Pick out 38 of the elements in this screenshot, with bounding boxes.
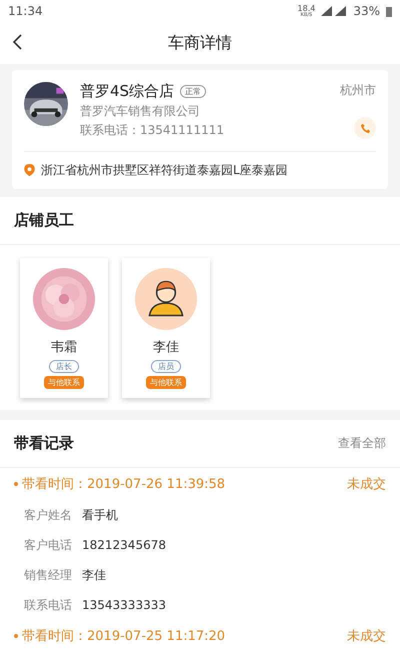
staff-name: 李佳 [153, 339, 179, 356]
field-label: 客户电话 [24, 536, 72, 554]
location-pin-icon [24, 164, 35, 178]
status-badge: 正常 [180, 85, 206, 98]
dealer-phone: 联系电话：13541111111 [80, 122, 225, 139]
field-label: 销售经理 [24, 566, 72, 584]
bullet-icon [14, 634, 18, 638]
bullet-icon [14, 482, 18, 486]
company-name: 普罗汽车销售有限公司 [80, 103, 201, 120]
field-value: 李佳 [82, 566, 106, 584]
field-value: 18212345678 [82, 538, 166, 552]
contact-button[interactable]: 与他联系 [44, 376, 84, 389]
staff-name: 韦霜 [51, 339, 77, 356]
battery-icon [386, 6, 392, 16]
field-label: 客户姓名 [24, 506, 72, 524]
dealer-address: 浙江省杭州市拱墅区祥符街道泰嘉园L座泰嘉园 [41, 162, 288, 179]
visit-time: 带看时间：2019-07-26 11:39:58 [22, 476, 226, 493]
deal-status: 未成交 [347, 476, 386, 493]
role-badge: 店员 [151, 360, 181, 373]
field-value: 13543333333 [82, 598, 166, 612]
deal-status: 未成交 [347, 628, 386, 645]
call-button[interactable] [354, 117, 376, 139]
section-title: 店铺员工 [14, 211, 74, 230]
network-speed: 18.4 [298, 4, 316, 12]
page-title: 车商详情 [168, 32, 232, 54]
phone-icon [360, 122, 370, 134]
role-badge: 店长 [49, 360, 79, 373]
status-time: 11:34 [8, 4, 43, 18]
signal-icon [321, 6, 348, 16]
contact-button[interactable]: 与他联系 [146, 376, 186, 389]
field-label: 联系电话 [24, 596, 72, 614]
battery-level: 33% [353, 4, 380, 18]
field-value: 看手机 [82, 506, 118, 524]
dealer-name: 普罗4S综合店 [80, 82, 174, 101]
view-all-link[interactable]: 查看全部 [338, 435, 386, 452]
visit-time: 带看时间：2019-07-25 11:17:20 [22, 628, 226, 645]
city-label: 杭州市 [340, 82, 376, 99]
section-title: 带看记录 [14, 434, 74, 453]
